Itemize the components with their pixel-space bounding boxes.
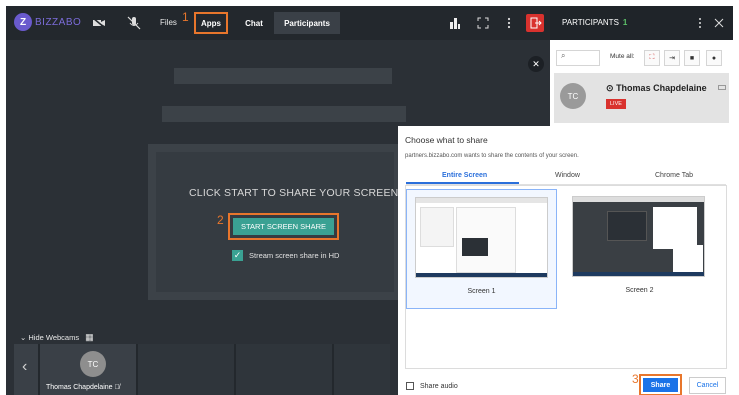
screen-1-preview	[415, 197, 548, 278]
placeholder-bar	[162, 106, 406, 122]
screen-1-label: Screen 1	[467, 288, 496, 295]
share-button[interactable]: Share	[643, 378, 678, 392]
logo-mark: Z	[14, 13, 32, 31]
participants-count: 1	[622, 18, 628, 27]
participant-avatar: TC	[560, 83, 586, 109]
active-tab-indicator	[406, 182, 519, 184]
live-badge: LIVE	[606, 99, 626, 109]
host-icon: ⊙	[606, 83, 614, 93]
share-audio-label: Share audio	[420, 382, 458, 390]
webcam-tile	[332, 344, 390, 395]
search-input[interactable]: ⌕	[556, 50, 600, 66]
more-icon[interactable]	[502, 16, 516, 30]
start-screen-share-highlight: START SCREEN SHARE	[228, 213, 339, 240]
files-button[interactable]: Files	[160, 18, 177, 27]
share-audio-option[interactable]: Share audio	[406, 382, 458, 390]
hd-label: Stream screen share in HD	[249, 251, 340, 260]
share-audio-checkbox[interactable]	[406, 382, 414, 390]
hd-option[interactable]: ✓ Stream screen share in HD	[232, 250, 339, 261]
placeholder-bar	[174, 68, 392, 84]
screen-option-1[interactable]: Screen 1	[406, 189, 557, 309]
fullscreen-icon[interactable]	[476, 16, 490, 30]
participant-menu-icon[interactable]	[718, 85, 726, 90]
mute-all-screenshare-button[interactable]: ⛶	[644, 50, 660, 66]
exit-icon	[530, 17, 542, 29]
participants-panel: ⌕ Mute all: ⛶ ⇥ ■ ● TC ⊙ Thomas Chapdela…	[550, 40, 733, 126]
mic-off-icon: 🎙̸	[114, 384, 120, 391]
participants-header: PARTICIPANTS 1	[550, 6, 733, 40]
share-headline: CLICK START TO SHARE YOUR SCREEN	[189, 187, 399, 199]
cancel-button[interactable]: Cancel	[689, 377, 726, 394]
grid-icon[interactable]: ▦	[85, 332, 94, 343]
search-icon: ⌕	[561, 51, 566, 60]
callout-3: 3	[632, 372, 639, 386]
participant-card[interactable]: TC ⊙ Thomas Chapdelaine LIVE	[554, 73, 729, 123]
mute-all-camera-button[interactable]: ■	[684, 50, 700, 66]
callout-1: 1	[182, 10, 189, 24]
screen-option-2[interactable]: Screen 2	[564, 189, 715, 309]
callout-2: 2	[217, 213, 224, 227]
chevron-left-icon[interactable]: ‹	[22, 358, 27, 376]
hd-checkbox[interactable]: ✓	[232, 250, 243, 261]
hide-webcams-label: ⌄ Hide Webcams	[20, 333, 80, 342]
screen-2-preview	[572, 196, 705, 277]
mic-off-icon[interactable]	[127, 16, 141, 30]
tab-window[interactable]: Window	[555, 172, 580, 179]
panel-more-icon[interactable]	[695, 17, 705, 29]
share-dialog: Choose what to share partners.bizzabo.co…	[398, 126, 733, 395]
camera-off-icon[interactable]	[92, 16, 106, 30]
mute-all-mic-button[interactable]: ●	[706, 50, 722, 66]
leave-button[interactable]	[526, 14, 544, 32]
logo-text: BIZZABO	[35, 16, 82, 28]
start-screen-share-button[interactable]: START SCREEN SHARE	[233, 218, 334, 235]
participant-name: ⊙ Thomas Chapdelaine	[606, 83, 707, 93]
stats-icon[interactable]	[448, 16, 462, 30]
participants-title: PARTICIPANTS 1	[562, 18, 628, 27]
tab-entire-screen[interactable]: Entire Screen	[442, 172, 487, 179]
top-bar: Z BIZZABO Files 1 Apps Chat Participants	[6, 6, 550, 40]
webcam-tile	[234, 344, 332, 395]
mute-all-label: Mute all:	[610, 53, 635, 60]
screen-2-label: Screen 2	[625, 287, 654, 294]
mute-all-leave-button[interactable]: ⇥	[664, 50, 680, 66]
panel-close-icon[interactable]	[714, 18, 724, 28]
close-icon[interactable]: ✕	[528, 56, 544, 72]
share-highlight: Share	[639, 374, 682, 395]
webcam-avatar: TC	[80, 351, 106, 377]
app-window: Z BIZZABO Files 1 Apps Chat Participants…	[6, 6, 733, 395]
webcam-name: Thomas Chapdelaine 🎙̸	[46, 384, 120, 391]
dialog-subtitle: partners.bizzabo.com wants to share the …	[405, 153, 579, 159]
tab-chrome-tab[interactable]: Chrome Tab	[655, 172, 693, 179]
hide-webcams-toggle[interactable]: ⌄ Hide Webcams ▦	[20, 332, 94, 343]
dialog-title: Choose what to share	[405, 135, 488, 145]
bizzabo-logo: Z BIZZABO	[14, 13, 81, 31]
apps-button[interactable]: Apps	[194, 12, 228, 34]
tab-participants[interactable]: Participants	[274, 12, 340, 34]
webcam-tile	[136, 344, 234, 395]
tab-chat[interactable]: Chat	[236, 12, 272, 34]
